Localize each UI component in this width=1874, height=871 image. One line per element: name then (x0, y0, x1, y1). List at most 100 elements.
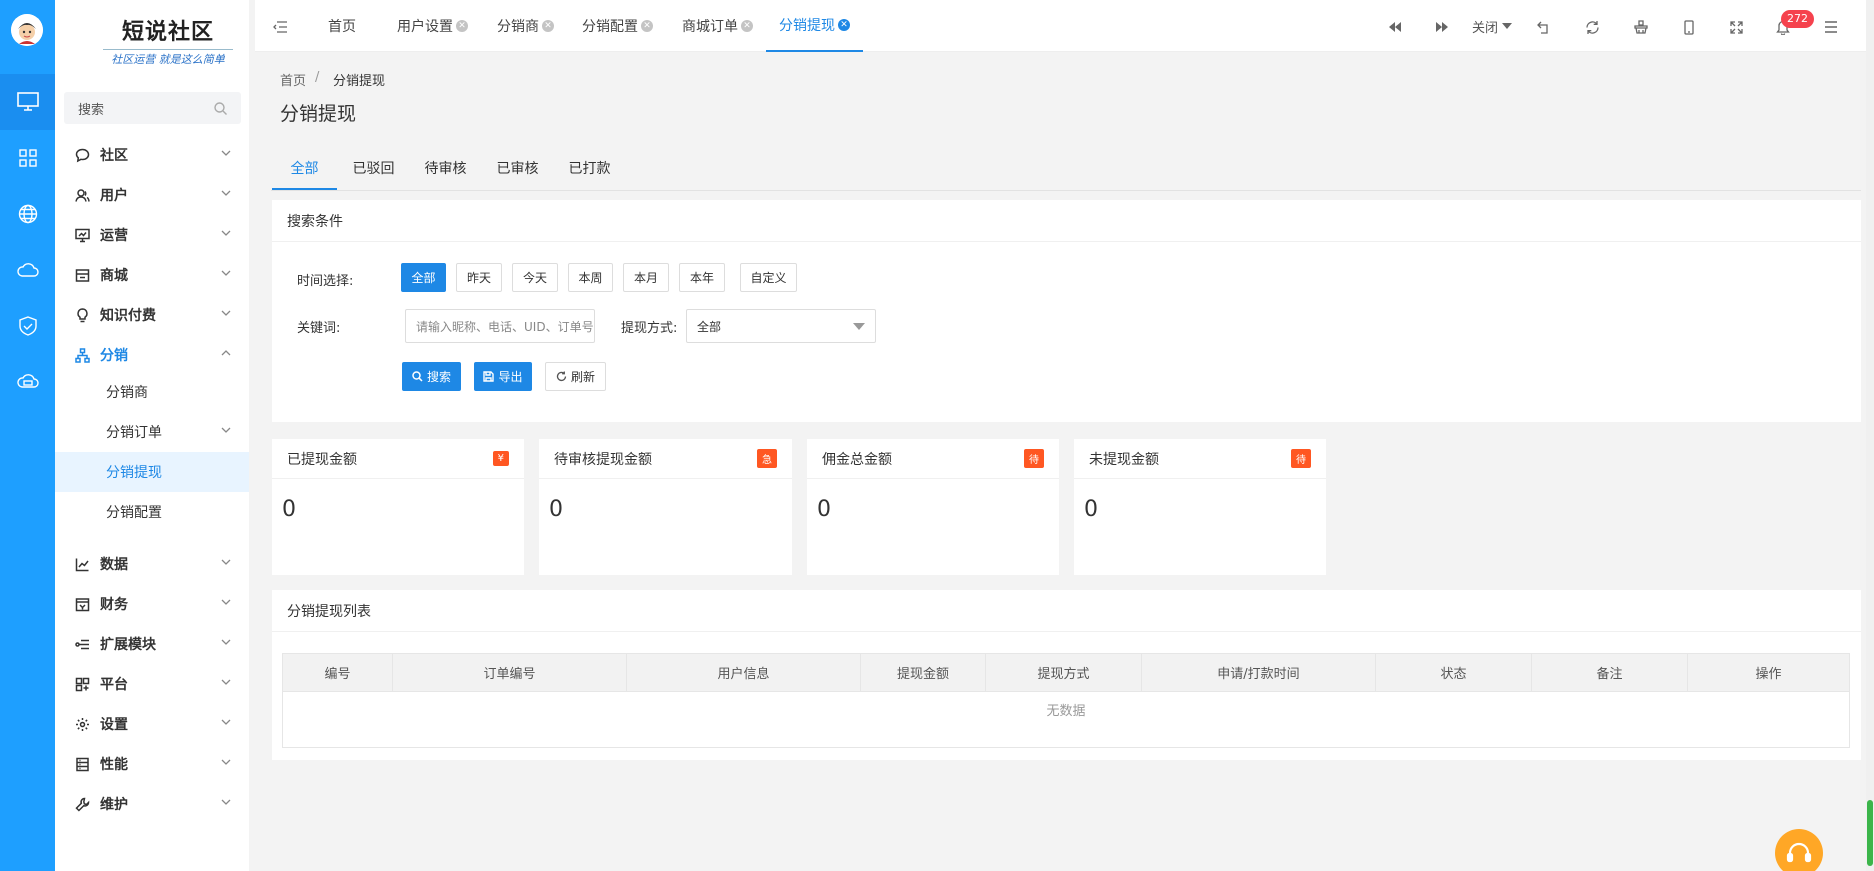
chevron-down-icon (221, 559, 231, 565)
keyword-input[interactable]: 请输入昵称、电话、UID、订单号 (405, 309, 595, 343)
more-menu-icon[interactable] (1822, 18, 1840, 36)
menu-item-community[interactable]: 社区 (55, 135, 249, 175)
tab-user-settings[interactable]: 用户设置 ✕ (397, 0, 468, 52)
search-icon (412, 371, 423, 382)
tab-distributor[interactable]: 分销商 ✕ (497, 0, 554, 52)
page-title: 分销提现 (280, 103, 357, 125)
search-button[interactable]: 搜索 (402, 362, 461, 391)
tab-rejected[interactable]: 已驳回 (346, 158, 401, 190)
close-icon[interactable]: ✕ (641, 20, 653, 32)
store-icon (75, 268, 90, 282)
collapse-menu-icon[interactable] (271, 18, 289, 36)
time-option-custom[interactable]: 自定义 (740, 263, 797, 292)
monitor-chart-icon (75, 228, 90, 242)
scrollbar-thumb[interactable] (1867, 800, 1873, 866)
menu-item-settings[interactable]: 设置 (55, 704, 249, 744)
close-icon[interactable]: ✕ (542, 20, 554, 32)
chevron-down-icon (221, 599, 231, 605)
tab-pending[interactable]: 待审核 (418, 158, 473, 190)
menu-search-placeholder: 搜索 (78, 102, 105, 118)
tab-distribution-config[interactable]: 分销配置 ✕ (582, 0, 653, 52)
chat-icon (75, 148, 90, 162)
menu-search-input[interactable]: 搜索 (64, 92, 241, 124)
time-option-year[interactable]: 本年 (679, 263, 725, 292)
menu-item-knowledge-pay[interactable]: 知识付费 (55, 295, 249, 335)
tab-approved[interactable]: 已审核 (490, 158, 545, 190)
menu-item-data[interactable]: 数据 (55, 544, 249, 584)
time-option-month[interactable]: 本月 (623, 263, 669, 292)
refresh-icon[interactable] (1583, 18, 1601, 36)
return-icon[interactable] (1535, 18, 1553, 36)
refresh-button[interactable]: 刷新 (545, 362, 606, 391)
submenu-item-distribution-config[interactable]: 分销配置 (55, 492, 249, 532)
tab-prev-icon[interactable] (1386, 18, 1404, 36)
breadcrumb-current: 分销提现 (333, 74, 386, 89)
rail-grid-icon[interactable] (0, 130, 55, 186)
chevron-down-icon (221, 150, 231, 156)
tab-withdrawal[interactable]: 分销提现 ✕ (766, 0, 863, 52)
headset-icon (1786, 842, 1812, 863)
chevron-down-icon (221, 270, 231, 276)
breadcrumb-home[interactable]: 首页 (280, 70, 306, 89)
close-icon[interactable]: ✕ (838, 19, 850, 31)
menu-item-finance[interactable]: 财务 (55, 584, 249, 624)
tab-home[interactable]: 首页 (328, 0, 356, 52)
col-time: 申请/打款时间 (1142, 654, 1376, 691)
fullscreen-icon[interactable] (1727, 18, 1745, 36)
submenu-item-withdrawal[interactable]: 分销提现 (55, 452, 249, 492)
withdraw-method-select[interactable]: 全部 (686, 309, 876, 343)
page-scrollbar[interactable] (1866, 0, 1874, 871)
tab-next-icon[interactable] (1433, 18, 1451, 36)
caret-down-icon (1502, 23, 1513, 29)
rail-cloud-server-icon[interactable] (0, 354, 55, 410)
time-option-week[interactable]: 本周 (568, 263, 613, 292)
submenu-item-distributor[interactable]: 分销商 (55, 372, 249, 412)
tab-label: 用户设置 (397, 19, 453, 35)
tab-store-orders[interactable]: 商城订单 ✕ (682, 0, 753, 52)
chevron-down-icon (221, 427, 231, 433)
logo-title: 短说社区 (121, 19, 214, 45)
menu-item-platform[interactable]: 平台 (55, 664, 249, 704)
tab-paid[interactable]: 已打款 (562, 158, 617, 190)
menu-item-extensions[interactable]: 扩展模块 (55, 624, 249, 664)
menu-item-user[interactable]: 用户 (55, 175, 249, 215)
avatar[interactable] (11, 14, 43, 46)
menu-item-distribution[interactable]: 分销 (55, 335, 249, 375)
save-icon (483, 371, 495, 382)
empty-state: 无数据 (1046, 704, 1086, 719)
time-option-today[interactable]: 今天 (512, 263, 558, 292)
clear-cache-icon[interactable] (1632, 18, 1650, 36)
search-icon (214, 101, 227, 115)
col-order-no: 订单编号 (393, 654, 627, 691)
close-tabs-dropdown[interactable]: 关闭 (1472, 0, 1513, 52)
server-icon (76, 757, 89, 771)
refresh-button-label: 刷新 (570, 370, 595, 384)
customer-service-button[interactable] (1775, 829, 1823, 871)
stat-value: 0 (1084, 497, 1098, 522)
rail-globe-icon[interactable] (0, 186, 55, 242)
tab-label: 分销商 (497, 19, 539, 35)
submenu-item-distribution-orders[interactable]: 分销订单 (55, 412, 249, 452)
menu-item-store[interactable]: 商城 (55, 255, 249, 295)
close-icon[interactable]: ✕ (741, 20, 753, 32)
mobile-preview-icon[interactable] (1680, 18, 1698, 36)
stat-title: 待审核提现金额 (554, 451, 652, 468)
bulb-icon (77, 307, 88, 322)
menu-item-maintenance[interactable]: 维护 (55, 784, 249, 824)
close-tabs-label: 关闭 (1472, 20, 1499, 36)
rail-shield-icon[interactable] (0, 298, 55, 354)
menu-item-performance[interactable]: 性能 (55, 744, 249, 784)
time-option-all[interactable]: 全部 (401, 263, 446, 292)
close-icon[interactable]: ✕ (456, 20, 468, 32)
time-option-yesterday[interactable]: 昨天 (456, 263, 502, 292)
tab-all[interactable]: 全部 (272, 158, 337, 190)
stat-card-not-withdrawn: 未提现金额 待 0 (1074, 439, 1326, 575)
rail-desktop-icon[interactable] (0, 74, 55, 130)
user-icon (75, 188, 90, 202)
stat-title: 未提现金额 (1089, 451, 1159, 468)
rail-cloud-icon[interactable] (0, 242, 55, 298)
submenu-label: 分销订单 (106, 425, 162, 441)
menu-item-operations[interactable]: 运营 (55, 215, 249, 255)
export-button[interactable]: 导出 (474, 362, 532, 391)
search-panel-title: 搜索条件 (272, 200, 1861, 242)
